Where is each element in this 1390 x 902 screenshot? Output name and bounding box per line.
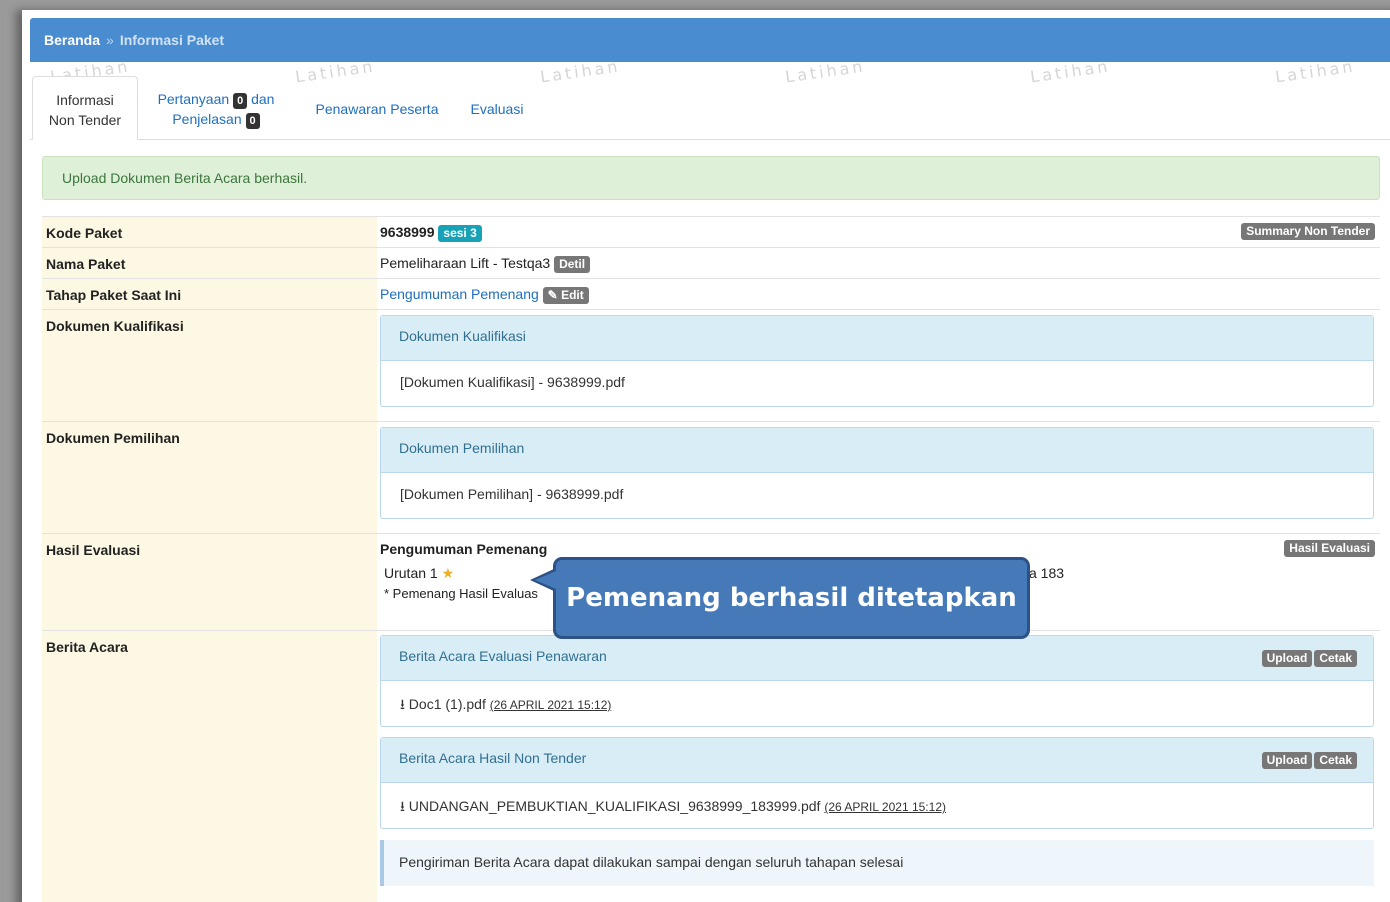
- panel-berita-acara-hasil: Berita Acara Hasil Non Tender Upload Ceta…: [380, 737, 1374, 829]
- detil-button[interactable]: Detil: [554, 256, 591, 273]
- row-kode-paket: Kode Paket 9638999 sesi 3 Summary Non Te…: [42, 216, 1380, 247]
- winner-partial-text: a 183: [1029, 565, 1065, 581]
- rank-text: Urutan 1: [384, 565, 438, 581]
- file-link[interactable]: UNDANGAN_PEMBUKTIAN_KUALIFIKASI_9638999_…: [409, 798, 821, 814]
- row-nama-paket: Nama Paket Pemeliharaan Lift - Testqa3 D…: [42, 247, 1380, 278]
- callout-pointer-fill: [535, 571, 556, 589]
- row-value: Pengumuman Pemenang ✎ Edit: [377, 279, 1380, 309]
- evaluation-title: Pengumuman Pemenang: [380, 541, 548, 557]
- tab-bar: Informasi Non Tender Pertanyaan 0 dan Pe…: [30, 76, 1390, 140]
- row-label: Tahap Paket Saat Ini: [42, 279, 377, 309]
- tab-label: Pertanyaan: [157, 91, 230, 107]
- breadcrumb-current: Informasi Paket: [119, 32, 225, 48]
- upload-timestamp: (26 APRIL 2021 15:12): [489, 698, 612, 712]
- row-label: Kode Paket: [42, 217, 377, 247]
- panel-title: Dokumen Pemilihan: [381, 428, 1373, 473]
- upload-timestamp: (26 APRIL 2021 15:12): [824, 800, 946, 814]
- success-alert: Upload Dokumen Berita Acara berhasil.: [42, 156, 1380, 200]
- tab-label: dan: [251, 91, 275, 107]
- download-icon: ⭳: [400, 798, 405, 814]
- panel-header: Berita Acara Hasil Non Tender Upload Ceta…: [381, 738, 1373, 783]
- file-link[interactable]: [Dokumen Pemilihan] - 9638999.pdf: [381, 473, 1373, 515]
- package-name: Pemeliharaan Lift - Testqa3: [380, 255, 551, 271]
- row-value: 9638999 sesi 3 Summary Non Tender: [377, 217, 1380, 247]
- panel-body: ⭳ Doc1 (1).pdf (26 APRIL 2021 15:12): [381, 681, 1373, 731]
- panel-header: Berita Acara Evaluasi Penawaran Upload Ce…: [381, 636, 1373, 681]
- tab-informasi-non-tender[interactable]: Informasi Non Tender: [32, 76, 138, 140]
- breadcrumb-separator: »: [106, 32, 114, 48]
- edit-icon: ✎: [547, 288, 558, 302]
- cetak-button[interactable]: Cetak: [1314, 752, 1357, 769]
- session-badge: sesi 3: [438, 225, 482, 242]
- breadcrumb: Beranda » Informasi Paket: [30, 18, 1390, 62]
- callout-message: Pemenang berhasil ditetapkan: [553, 557, 1030, 639]
- berita-acara-note: Pengiriman Berita Acara dapat dilakukan …: [380, 840, 1374, 886]
- star-icon: ★: [441, 565, 455, 581]
- row-label: Dokumen Kualifikasi: [42, 310, 377, 421]
- panel-dokumen-pemilihan: Dokumen Pemilihan [Dokumen Pemilihan] - …: [380, 427, 1374, 519]
- tab-pertanyaan-penjelasan[interactable]: Pertanyaan 0 dan Penjelasan 0: [146, 76, 286, 140]
- edit-stage-button[interactable]: ✎ Edit: [542, 287, 589, 304]
- panel-body: ⭳ UNDANGAN_PEMBUKTIAN_KUALIFIKASI_963899…: [381, 783, 1373, 833]
- upload-button[interactable]: Upload: [1261, 650, 1313, 667]
- cetak-button[interactable]: Cetak: [1314, 650, 1357, 667]
- file-link[interactable]: Doc1 (1).pdf: [409, 696, 486, 712]
- tab-label: Penjelasan: [172, 111, 242, 127]
- file-link[interactable]: [Dokumen Kualifikasi] - 9638999.pdf: [381, 361, 1373, 403]
- panel-berita-acara-evaluasi: Berita Acara Evaluasi Penawaran Upload Ce…: [380, 635, 1374, 727]
- panel-dokumen-kualifikasi: Dokumen Kualifikasi [Dokumen Kualifikasi…: [380, 315, 1374, 407]
- tab-evaluasi[interactable]: Evaluasi: [462, 76, 532, 140]
- explanation-count-badge: 0: [245, 113, 260, 129]
- row-label: Dokumen Pemilihan: [42, 422, 377, 533]
- edit-label: Edit: [561, 288, 584, 302]
- panel-title: Berita Acara Hasil Non Tender: [399, 750, 587, 766]
- page-frame: Beranda» Informasi Paket Latihan Latihan …: [22, 10, 1390, 902]
- breadcrumb-home[interactable]: Beranda: [44, 32, 100, 48]
- hasil-evaluasi-button[interactable]: Hasil Evaluasi: [1284, 540, 1375, 557]
- row-tahap-paket: Tahap Paket Saat Ini Pengumuman Pemenang…: [42, 278, 1380, 309]
- tab-label-line2: Non Tender: [48, 112, 122, 128]
- download-icon: ⭳: [400, 696, 405, 712]
- current-stage-link[interactable]: Pengumuman Pemenang: [380, 286, 539, 302]
- panel-title: Dokumen Kualifikasi: [381, 316, 1373, 361]
- row-value: Pemeliharaan Lift - Testqa3 Detil: [377, 248, 1380, 278]
- tab-penawaran-peserta[interactable]: Penawaran Peserta: [302, 76, 452, 140]
- row-label: Hasil Evaluasi: [42, 534, 377, 630]
- upload-button[interactable]: Upload: [1261, 752, 1313, 769]
- row-label: Nama Paket: [42, 248, 377, 278]
- row-label: Berita Acara: [42, 631, 377, 902]
- summary-non-tender-button[interactable]: Summary Non Tender: [1241, 223, 1375, 240]
- tab-label-line1: Informasi: [56, 92, 114, 108]
- question-count-badge: 0: [233, 93, 248, 109]
- panel-title: Berita Acara Evaluasi Penawaran: [399, 648, 607, 664]
- package-code: 9638999: [380, 224, 435, 240]
